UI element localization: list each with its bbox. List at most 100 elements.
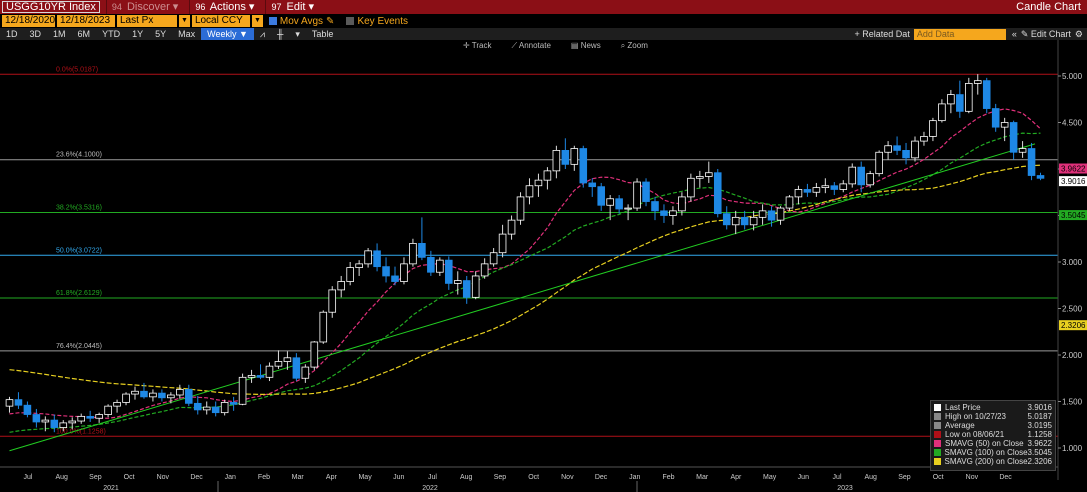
add-data-input[interactable]: Add Data xyxy=(913,28,1006,40)
candle-body xyxy=(722,213,731,226)
legend-value: 3.9622 xyxy=(1027,439,1052,448)
candle-body xyxy=(705,172,713,177)
discover-menu[interactable]: 94 Discover ▾ xyxy=(105,0,183,14)
candle xyxy=(1009,120,1018,160)
fib-label: 0.0%(5.0187) xyxy=(56,66,98,73)
x-month-label: May xyxy=(763,474,777,481)
legend-name: SMAVG (100) on Close xyxy=(944,448,1028,457)
period-select[interactable]: Weekly ▼ xyxy=(201,28,254,40)
collapse-icon[interactable]: « xyxy=(1012,29,1017,39)
table-button[interactable]: Table xyxy=(306,28,340,40)
candle xyxy=(938,99,946,123)
candle-body xyxy=(301,366,310,379)
line-chart-icon[interactable]: ⩘ xyxy=(254,28,271,40)
x-month-label: Jul xyxy=(24,474,33,481)
candle xyxy=(776,206,785,225)
candle-body xyxy=(220,402,229,414)
edit-menu[interactable]: 97 Edit ▾ xyxy=(265,0,319,14)
candle-body xyxy=(794,189,803,198)
candle-body xyxy=(355,263,363,268)
candle xyxy=(516,192,525,225)
candle-body xyxy=(633,181,641,209)
candle-body xyxy=(866,173,874,186)
candle-body xyxy=(418,242,426,258)
candle xyxy=(238,373,247,406)
range-1y[interactable]: 1Y xyxy=(126,28,149,40)
price-field-select[interactable]: Last Px xyxy=(117,15,177,27)
candle xyxy=(660,204,668,223)
range-6m[interactable]: 6M xyxy=(72,28,97,40)
x-month-label: Jan xyxy=(629,474,640,481)
candle xyxy=(525,178,534,205)
x-month-label: Sep xyxy=(494,474,507,481)
candle xyxy=(579,145,588,188)
candle-body xyxy=(956,94,964,112)
candle xyxy=(633,178,641,211)
candle xyxy=(400,257,408,285)
range-max[interactable]: Max xyxy=(172,28,201,40)
candle xyxy=(866,170,874,188)
range-5y[interactable]: 5Y xyxy=(149,28,172,40)
candle xyxy=(947,89,955,114)
range-ytd[interactable]: YTD xyxy=(96,28,126,40)
candle-body xyxy=(346,267,354,282)
candle xyxy=(731,210,740,235)
candle-chart[interactable]: 0.0%(5.0187) 23.6%(4.1000) 38.2%(3.5316) 50… xyxy=(0,40,1087,492)
x-month-label: Jun xyxy=(798,474,809,481)
gear-icon[interactable]: ⚙ xyxy=(1075,29,1083,40)
candle xyxy=(669,206,677,225)
legend-row: SMAVG (50) on Close 3.9622 xyxy=(934,439,1052,448)
candle xyxy=(991,103,1000,132)
candle-body xyxy=(947,94,955,105)
x-month-label: Mar xyxy=(292,474,305,481)
candle-body xyxy=(382,266,390,277)
edit-chart-label: Edit Chart xyxy=(1030,28,1071,39)
candle-body xyxy=(274,361,283,367)
candle-chart-icon[interactable]: ╫ xyxy=(271,28,289,40)
range-3d[interactable]: 3D xyxy=(24,28,48,40)
currency-select[interactable]: Local CCY xyxy=(191,15,250,27)
discover-menu-number: 94 xyxy=(111,2,122,12)
actions-menu[interactable]: 96 Actions ▾ xyxy=(189,0,259,14)
legend-swatch xyxy=(934,413,941,420)
y-tick-label: 3.000 xyxy=(1062,258,1083,267)
pencil-icon[interactable]: ✎ xyxy=(326,16,334,27)
candle xyxy=(678,192,686,216)
range-1d[interactable]: 1D xyxy=(0,28,24,40)
candle-body xyxy=(803,189,812,193)
y-tick-label: 1.500 xyxy=(1062,398,1083,407)
candle xyxy=(229,396,238,411)
range-1m[interactable]: 1M xyxy=(47,28,72,40)
candle xyxy=(552,145,561,179)
title-bar: USGG10YR Index 94 Discover ▾ 96 Actions … xyxy=(0,0,1087,14)
candle xyxy=(95,412,103,423)
y-tick-label: 2.000 xyxy=(1062,351,1083,360)
chevron-down-icon[interactable]: ▼ xyxy=(179,15,190,27)
x-month-label: Feb xyxy=(662,474,674,481)
related-data-button[interactable]: + Related Dat xyxy=(855,29,910,39)
candle-body xyxy=(167,394,175,399)
candle xyxy=(821,178,830,194)
candle-body xyxy=(95,414,103,419)
key-events-checkbox[interactable] xyxy=(346,17,355,25)
candle-body xyxy=(642,181,650,202)
legend-name: SMAVG (50) on Close xyxy=(945,439,1024,448)
candle xyxy=(427,250,435,276)
fib-label: 50.0%(3.0722) xyxy=(56,247,102,254)
chevron-down-icon[interactable]: ▼ xyxy=(251,15,263,27)
mov-avgs-checkbox[interactable] xyxy=(268,17,277,25)
legend-row: Last Price 3.9016 xyxy=(934,403,1052,412)
ticker-field[interactable]: USGG10YR Index xyxy=(2,1,100,13)
candle xyxy=(247,369,256,383)
candle xyxy=(373,243,381,272)
candle xyxy=(104,404,112,418)
x-month-label: Oct xyxy=(933,474,944,481)
end-date-field[interactable]: 12/18/2023 xyxy=(57,15,115,27)
candle-body xyxy=(1018,148,1027,153)
y-tick-label: 4.500 xyxy=(1062,119,1083,128)
edit-chart-button[interactable]: ✎ Edit Chart xyxy=(1021,29,1071,40)
start-date-field[interactable]: 12/18/2020 xyxy=(2,15,55,27)
chevron-down-icon[interactable]: ▾ xyxy=(289,28,306,40)
legend-name: High on 10/27/23 xyxy=(945,412,1006,421)
legend-swatch xyxy=(934,431,941,438)
